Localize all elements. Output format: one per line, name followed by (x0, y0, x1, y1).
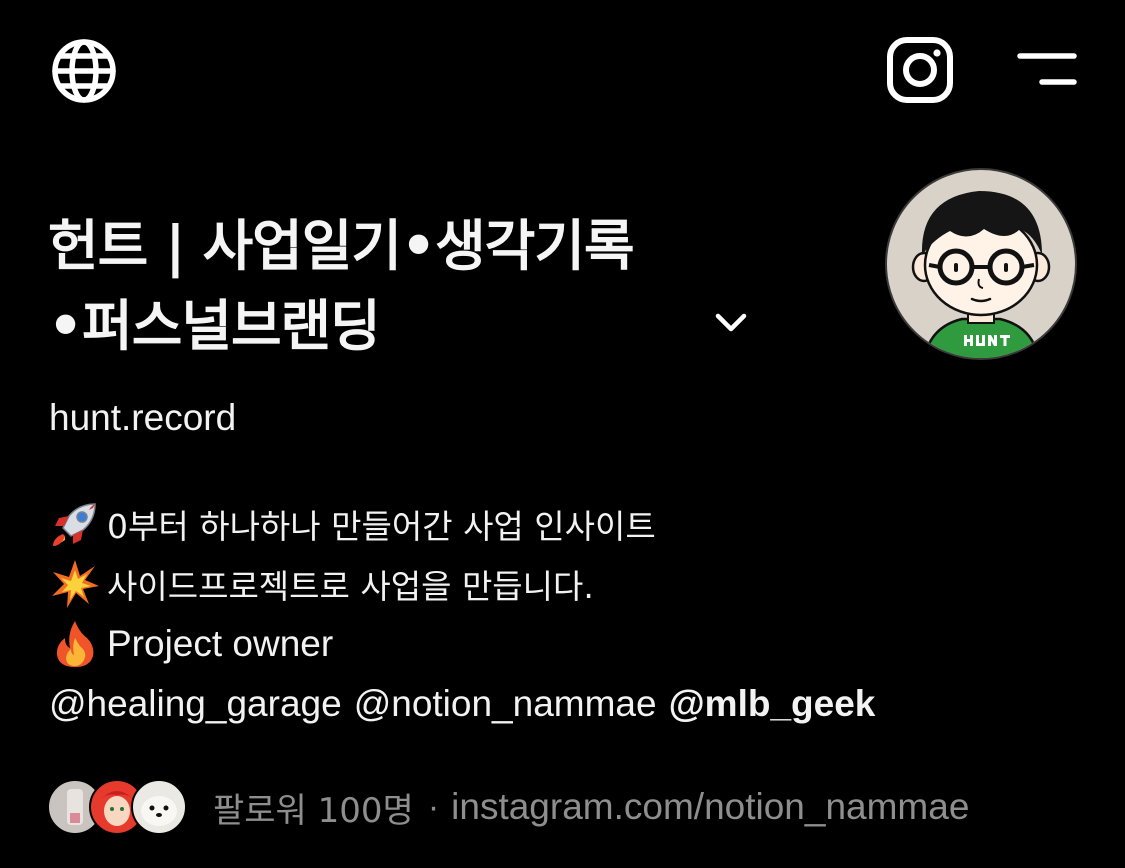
profile-avatar[interactable] (884, 167, 1078, 361)
bio-line: 0부터 하나하나 만들어간 사업 인사이트 (49, 494, 1089, 554)
display-name-line-1: 헌트 | 사업일기•생각기록 (48, 214, 635, 278)
profile-link[interactable]: instagram.com/notion_nammae (451, 786, 969, 828)
globe-icon[interactable] (50, 37, 118, 105)
mention-link[interactable]: @mlb_geek (669, 683, 876, 725)
bio-line: Project owner (49, 614, 1089, 674)
instagram-icon[interactable] (886, 36, 954, 104)
bio-line-3-text: Project owner (107, 623, 334, 664)
follower-avatar (131, 779, 187, 835)
bio-line-2-text: 사이드프로젝트로 사업을 만듭니다. (107, 567, 594, 606)
rocket-emoji (53, 503, 96, 546)
collision-emoji (52, 560, 99, 608)
bio-mentions: @healing_garage @notion_nammae @mlb_geek (49, 674, 1089, 734)
follower-count[interactable]: 팔로워 100명 (213, 783, 414, 832)
chevron-down-icon[interactable] (712, 307, 750, 337)
separator-dot: · (427, 787, 440, 826)
profile-bio: 0부터 하나하나 만들어간 사업 인사이트 사이드프로젝트로 사업을 만듭니다.… (49, 494, 1089, 734)
follower-avatars[interactable] (47, 778, 187, 836)
menu-icon[interactable] (1016, 50, 1078, 90)
display-name-line-2: •퍼스널브랜딩 (48, 294, 381, 358)
mention-link[interactable]: @notion_nammae (354, 683, 657, 725)
mention-link[interactable]: @healing_garage (49, 683, 342, 725)
followers-row[interactable]: 팔로워 100명 · instagram.com/notion_nammae (47, 778, 969, 836)
bio-line: 사이드프로젝트로 사업을 만듭니다. (49, 554, 1089, 614)
profile-username: hunt.record (49, 397, 237, 438)
profile-display-name: 헌트 | 사업일기•생각기록 •퍼스널브랜딩 (48, 206, 748, 366)
bio-line-1-text: 0부터 하나하나 만들어간 사업 인사이트 (107, 507, 656, 546)
fire-emoji (56, 621, 94, 667)
